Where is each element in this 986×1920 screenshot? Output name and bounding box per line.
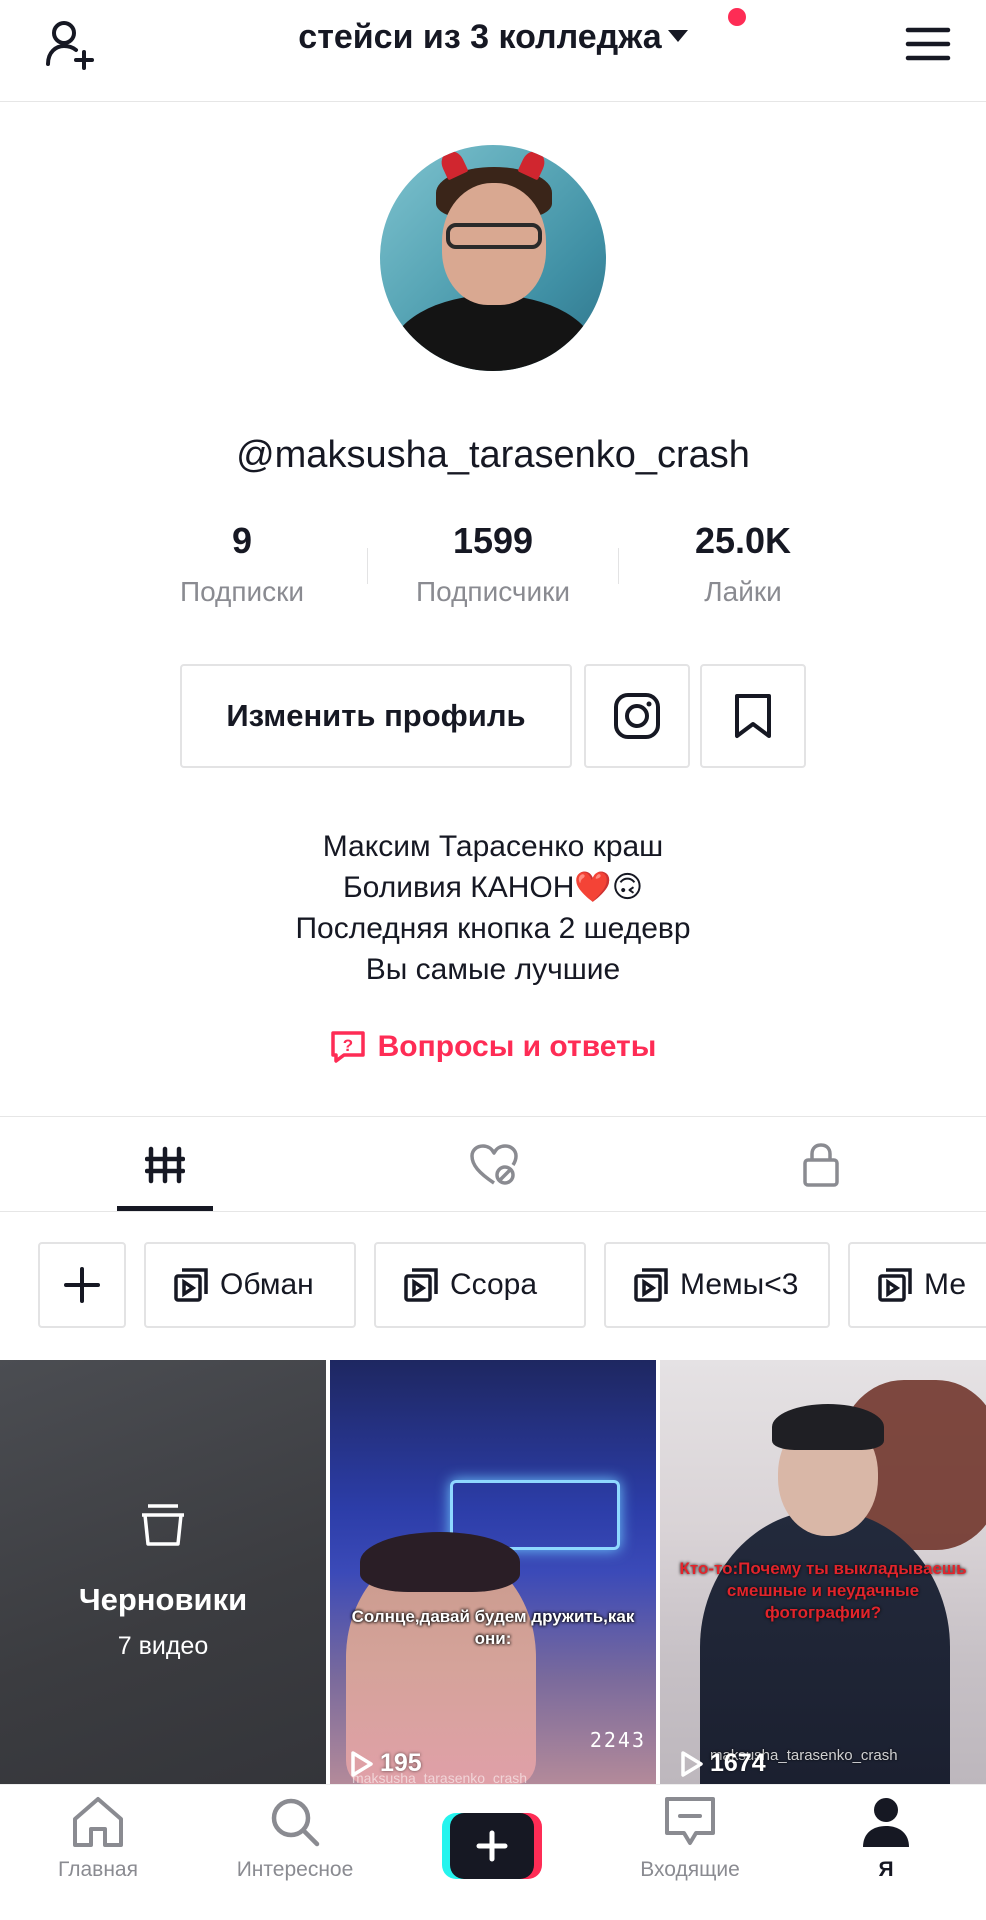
top-bar: стейси из 3 колледжа — [0, 0, 986, 102]
stat-value: 25.0K — [694, 520, 792, 561]
play-count-value: 195 — [380, 1749, 422, 1777]
search-icon — [271, 1798, 320, 1847]
playlist-chip[interactable]: Ссора — [374, 1242, 586, 1328]
home-icon — [73, 1797, 123, 1847]
play-count: 1674 — [680, 1749, 766, 1778]
inbox-icon — [665, 1797, 715, 1845]
playlist-icon — [878, 1268, 912, 1302]
tab-liked[interactable] — [414, 1117, 574, 1213]
tab-videos[interactable] — [85, 1117, 245, 1213]
nav-discover[interactable]: Интересное — [205, 1795, 385, 1882]
playlist-chip[interactable]: Обман — [144, 1242, 356, 1328]
instagram-button[interactable] — [584, 664, 690, 768]
nav-label: Интересное — [236, 1858, 354, 1881]
liked-hidden-icon — [470, 1144, 518, 1185]
nav-profile[interactable]: Я — [796, 1795, 976, 1882]
svg-text:?: ? — [342, 1036, 352, 1055]
notification-dot — [728, 8, 746, 26]
username: @maksusha_tarasenko_crash — [236, 434, 750, 476]
nav-label: Входящие — [640, 1858, 740, 1881]
grid-icon — [145, 1146, 185, 1184]
create-button[interactable] — [442, 1813, 542, 1879]
video-thumbnail[interactable]: Солнце,давай будем дружить,как они: 2243… — [330, 1360, 656, 1784]
bio-line: Боливия КАНОН❤️🙃 — [342, 871, 644, 904]
instagram-icon — [614, 693, 660, 739]
play-icon — [351, 1750, 373, 1777]
stat-label: Лайки — [704, 576, 782, 607]
stats-row: 9 Подписки 1599 Подписчики 25.0K Лайки — [0, 520, 986, 610]
video-thumbnail[interactable]: Кто-то:Почему ты выкладываешь смешные и … — [660, 1360, 986, 1784]
video-caption: Кто-то:Почему ты выкладываешь смешные и … — [679, 1559, 967, 1622]
stat-label: Подписчики — [415, 576, 571, 607]
drafts-count: 7 видео — [117, 1632, 209, 1660]
playlist-icon — [404, 1268, 438, 1302]
bottom-nav: Главная Интересное Входящие Я — [0, 1784, 986, 1920]
bio-line: Вы самые лучшие — [365, 953, 621, 986]
playlist-icon — [174, 1268, 208, 1302]
playlist-label: Обман — [220, 1268, 314, 1301]
bookmark-icon — [735, 694, 771, 738]
account-name: стейси из 3 колледжа — [298, 18, 662, 56]
nav-label: Главная — [58, 1858, 138, 1881]
chevron-down-icon — [667, 30, 688, 43]
content-tabs — [0, 1116, 986, 1212]
playlist-label: Мемы<3 — [680, 1268, 799, 1301]
bio-line: Последняя кнопка 2 шедевр — [295, 912, 691, 945]
plus-icon — [64, 1267, 100, 1303]
menu-icon[interactable] — [898, 14, 958, 74]
bio: Максим Тарасенко краш Боливия КАНОН❤️🙃 П… — [0, 826, 986, 990]
playlists-row: Обман Ссора Мемы<3 Ме — [0, 1242, 986, 1328]
overlay-number: 2243 — [589, 1728, 646, 1752]
playlist-icon — [634, 1268, 668, 1302]
drafts-tile[interactable]: Черновики 7 видео — [0, 1360, 326, 1784]
qa-label: Вопросы и ответы — [377, 1030, 657, 1063]
stat-followers[interactable]: 1599 Подписчики — [383, 520, 603, 608]
play-icon — [681, 1750, 703, 1777]
add-playlist-button[interactable] — [38, 1242, 126, 1328]
create-icon — [450, 1813, 534, 1879]
nav-home[interactable]: Главная — [8, 1795, 188, 1882]
video-grid: Черновики 7 видео Солнце,давай будем дру… — [0, 1360, 986, 1784]
divider — [367, 548, 368, 584]
nav-label: Я — [878, 1858, 894, 1881]
edit-profile-button[interactable]: Изменить профиль — [180, 664, 572, 768]
profile-icon — [863, 1798, 909, 1847]
stat-value: 9 — [231, 520, 253, 561]
account-switcher[interactable]: стейси из 3 колледжа — [0, 18, 986, 57]
qa-link[interactable]: ? Вопросы и ответы — [0, 1030, 986, 1064]
tab-private[interactable] — [741, 1117, 901, 1213]
divider — [618, 548, 619, 584]
video-caption: Солнце,давай будем дружить,как они: — [351, 1607, 635, 1648]
drafts-title: Черновики — [78, 1582, 248, 1617]
stat-label: Подписки — [179, 576, 305, 607]
nav-inbox[interactable]: Входящие — [600, 1795, 780, 1882]
playlist-label: Ме — [924, 1268, 967, 1301]
stat-value: 1599 — [452, 520, 534, 561]
playlist-chip[interactable]: Мемы<3 — [604, 1242, 830, 1328]
play-count: 195 — [350, 1749, 422, 1778]
question-bubble-icon: ? — [330, 1031, 365, 1063]
favorites-button[interactable] — [700, 664, 806, 768]
avatar[interactable] — [380, 145, 606, 371]
stat-likes[interactable]: 25.0K Лайки — [633, 520, 853, 608]
play-count-value: 1674 — [710, 1749, 766, 1777]
playlist-label: Ссора — [450, 1268, 538, 1301]
bio-line: Максим Тарасенко краш — [322, 830, 664, 863]
drafts-icon — [142, 1504, 184, 1546]
playlist-chip[interactable]: Ме — [848, 1242, 986, 1328]
stat-following[interactable]: 9 Подписки — [132, 520, 352, 608]
active-tab-indicator — [117, 1206, 213, 1211]
lock-icon — [803, 1143, 839, 1187]
